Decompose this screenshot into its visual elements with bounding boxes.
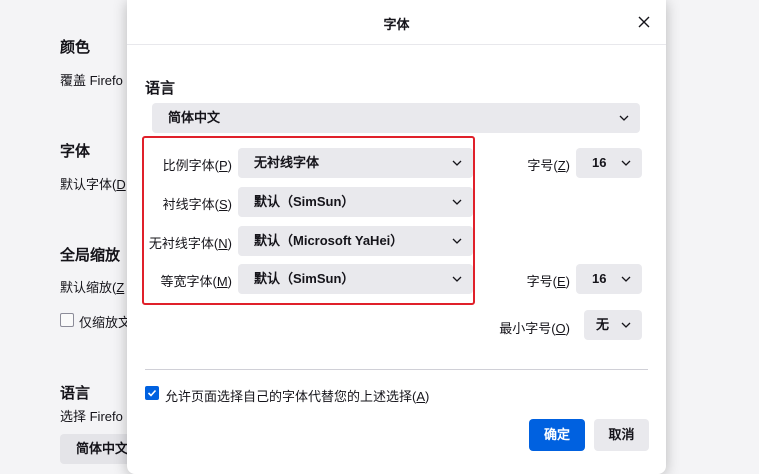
proportional-font-label: 比例字体(P): [162, 158, 232, 173]
checkmark-icon: [147, 389, 157, 397]
monospace-font-value: 默认（SimSun）: [254, 271, 355, 286]
title-divider: [127, 44, 666, 45]
monospace-font-label: 等宽字体(M): [160, 274, 232, 289]
sans-serif-font-value: 默认（Microsoft YaHei）: [254, 233, 404, 248]
chevron-down-icon: [621, 160, 631, 166]
allow-page-fonts-label: 允许页面选择自己的字体代替您的上述选择(A): [165, 389, 430, 404]
options-divider: [145, 369, 648, 370]
monospace-size-label: 字号(E): [526, 274, 570, 289]
close-button[interactable]: [634, 12, 654, 32]
chevron-down-icon: [452, 276, 462, 282]
monospace-font-select[interactable]: 默认（SimSun）: [238, 264, 473, 294]
sans-serif-font-label: 无衬线字体(N): [148, 236, 232, 251]
language-select-value: 简体中文: [168, 110, 221, 125]
serif-font-select[interactable]: 默认（SimSun）: [238, 187, 473, 217]
serif-font-label: 衬线字体(S): [162, 197, 232, 212]
proportional-font-value: 无衬线字体: [254, 155, 320, 170]
sans-serif-font-select[interactable]: 默认（Microsoft YaHei）: [238, 226, 473, 256]
chevron-down-icon: [621, 276, 631, 282]
ok-button[interactable]: 确定: [529, 419, 585, 451]
serif-font-value: 默认（SimSun）: [254, 194, 355, 209]
chevron-down-icon: [452, 199, 462, 205]
chevron-down-icon: [619, 115, 629, 121]
fonts-dialog: 字体 语言 简体中文 比例字体(P) 无衬线字体 衬线字体(S) 默认（SimS…: [127, 0, 666, 474]
proportional-size-select[interactable]: 16: [576, 148, 642, 178]
proportional-size-value: 16: [592, 155, 607, 170]
minimum-size-label: 最小字号(O): [499, 321, 570, 336]
minimum-size-value: 无: [596, 317, 610, 332]
chevron-down-icon: [621, 322, 631, 328]
minimum-size-select[interactable]: 无: [584, 310, 642, 340]
proportional-font-select[interactable]: 无衬线字体: [238, 148, 473, 178]
allow-page-fonts-checkbox[interactable]: [145, 386, 159, 400]
cancel-button[interactable]: 取消: [594, 419, 649, 451]
chevron-down-icon: [452, 160, 462, 166]
monospace-size-value: 16: [592, 271, 607, 286]
proportional-size-label: 字号(Z): [527, 158, 570, 173]
language-select[interactable]: 简体中文: [152, 103, 640, 133]
monospace-size-select[interactable]: 16: [576, 264, 642, 294]
chevron-down-icon: [452, 238, 462, 244]
language-section-label: 语言: [145, 80, 176, 97]
dialog-title: 字体: [383, 17, 410, 32]
close-icon: [638, 16, 650, 28]
